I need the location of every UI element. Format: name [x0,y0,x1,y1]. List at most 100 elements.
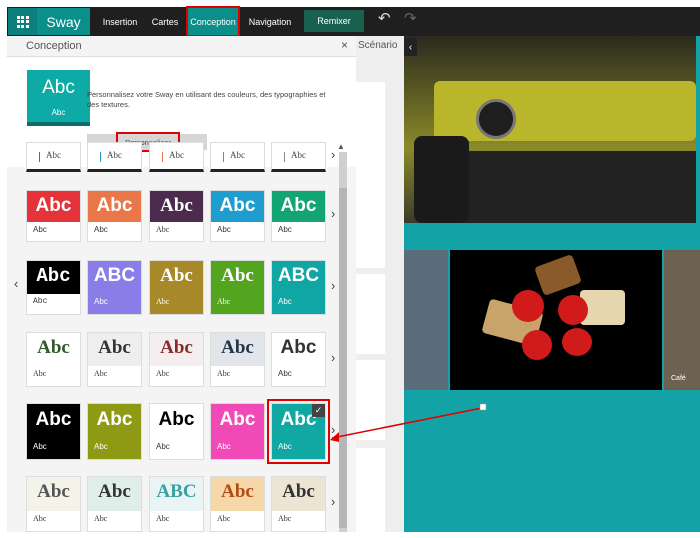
theme-tile[interactable]: Abc Abc [26,403,81,460]
theme-tile[interactable]: Abc Abc [210,190,265,242]
theme-tile[interactable]: Abc Abc [210,332,265,387]
chevron-right-icon[interactable]: › [331,278,335,293]
grid-icon [16,15,29,28]
theme-tile-label: Abc [221,481,254,502]
theme-tile-label: Abc [280,195,317,216]
image-caption: Café [671,375,686,382]
theme-tile[interactable]: Abc Abc [87,403,142,460]
current-theme-preview[interactable]: Abc Abc [27,70,90,126]
theme-tile[interactable]: Abc [26,142,81,172]
annotation-arrow [330,403,487,442]
chevron-right-icon[interactable]: › [331,350,335,365]
theme-tile[interactable]: Abc Abc [149,403,204,460]
theme-tile-label: Abc [35,195,72,216]
theme-tile-label: Abc [160,337,193,358]
theme-tile[interactable]: Abc [87,142,142,172]
theme-tile-sample: Abc [278,514,292,523]
theme-tile-sample: Abc [217,369,231,378]
theme-tile-sample: Abc [33,297,48,306]
remix-button[interactable]: Remixer [304,10,364,32]
theme-tile[interactable]: Abc Abc [87,332,142,387]
pane-title: Conception [26,40,82,52]
theme-tile-sample: Abc [156,514,170,523]
theme-tile-label: Abc [219,409,256,430]
chevron-right-icon[interactable]: › [331,147,335,162]
theme-tile-label: Abc [35,409,72,430]
theme-tile-label: Abc [36,265,71,287]
theme-tile-sample: Abc [278,297,292,306]
theme-tile-label: Abc [169,150,184,160]
theme-tile[interactable]: Abc Abc [210,476,265,532]
theme-tile[interactable]: Abc Abc [149,260,204,315]
theme-tile[interactable]: Abc Abc [26,260,81,315]
app-brand[interactable]: Sway [37,8,90,35]
theme-tile[interactable]: Abc Abc [149,190,204,242]
gallery-image-right[interactable] [664,250,700,390]
theme-tile[interactable]: Abc Abc ✓ [267,399,330,464]
theme-tile-sample: Abc [94,297,108,306]
chevron-right-icon[interactable]: › [331,494,335,509]
theme-tile-sample: Abc [217,514,231,523]
theme-tile-sample: Abc [217,297,231,306]
theme-tile-label: ABC [156,481,197,502]
theme-tile[interactable]: Abc Abc [271,190,326,242]
chevron-right-icon[interactable]: › [331,206,335,221]
theme-tile-label: Abc [107,150,122,160]
theme-tile[interactable]: Abc Abc [210,260,265,315]
redo-icon[interactable]: ↷ [404,9,417,27]
theme-tile-sample: Abc [278,442,292,451]
storyline-card[interactable] [356,274,385,354]
scroll-up-icon[interactable]: ▲ [337,142,345,151]
theme-tile[interactable]: Abc [210,142,265,172]
tab-conception[interactable]: Conception [186,6,240,37]
gallery-image-left[interactable] [404,250,448,390]
theme-tile-label: ABC [277,265,320,286]
theme-tile-label: Abc [160,195,193,216]
theme-tile-sample: Abc [217,225,231,234]
theme-tile-sample: Abc [33,442,47,451]
theme-tile[interactable]: Abc Abc [26,190,81,242]
theme-tile-sample: Abc [278,225,292,234]
theme-tile-label: Abc [160,265,193,286]
undo-icon[interactable]: ↶ [378,9,391,27]
theme-tile[interactable]: Abc Abc [87,476,142,532]
theme-tile-sample: Abc [33,514,47,523]
theme-tile-label: Abc [98,337,131,358]
tab-navigation[interactable]: Navigation [244,8,296,35]
tab-insertion[interactable]: Insertion [100,8,140,35]
theme-tile[interactable]: Abc [271,142,326,172]
theme-tile[interactable]: ABC Abc [271,260,326,315]
theme-tile[interactable]: ABC Abc [149,476,204,532]
theme-tile-sample: Abc [94,442,108,451]
theme-tile-label: Abc [219,195,256,216]
theme-tile-sample: Abc [156,442,170,451]
tab-cartes[interactable]: Cartes [148,8,182,35]
theme-tile[interactable]: Abc Abc [87,190,142,242]
theme-tile[interactable]: Abc Abc [26,332,81,387]
theme-tile[interactable]: Abc Abc [149,332,204,387]
theme-tile[interactable]: Abc Abc [271,476,326,532]
chevron-left-icon[interactable]: ‹ [14,276,18,291]
storyline-card[interactable] [356,448,385,532]
theme-tile-sample: Abc [156,297,170,306]
theme-tile-label: Abc [46,150,61,160]
theme-tile-label: Abc [37,481,70,502]
theme-tile-label: Abc [37,337,70,358]
theme-tile-sample: Abc [278,369,292,378]
theme-tile[interactable]: Abc Abc [210,403,265,460]
close-icon[interactable]: × [341,38,348,52]
theme-tile-label: Abc [96,409,133,430]
chevron-left-icon[interactable]: ‹ [404,38,417,56]
scrollbar-thumb[interactable] [339,188,347,528]
car-photo[interactable] [404,36,696,223]
theme-tile-label: Abc [291,150,306,160]
theme-tile-label: Abc [221,337,254,358]
theme-tile[interactable]: Abc [149,142,204,172]
theme-tile[interactable]: ABC Abc [87,260,142,315]
theme-tile[interactable]: Abc Abc [271,332,326,387]
theme-tile[interactable]: Abc Abc [26,476,81,532]
storyline-card[interactable] [356,186,385,268]
gallery-image-strawberries[interactable] [450,250,662,390]
storyline-label[interactable]: Scénario [358,40,397,51]
app-launcher-button[interactable] [8,8,37,35]
